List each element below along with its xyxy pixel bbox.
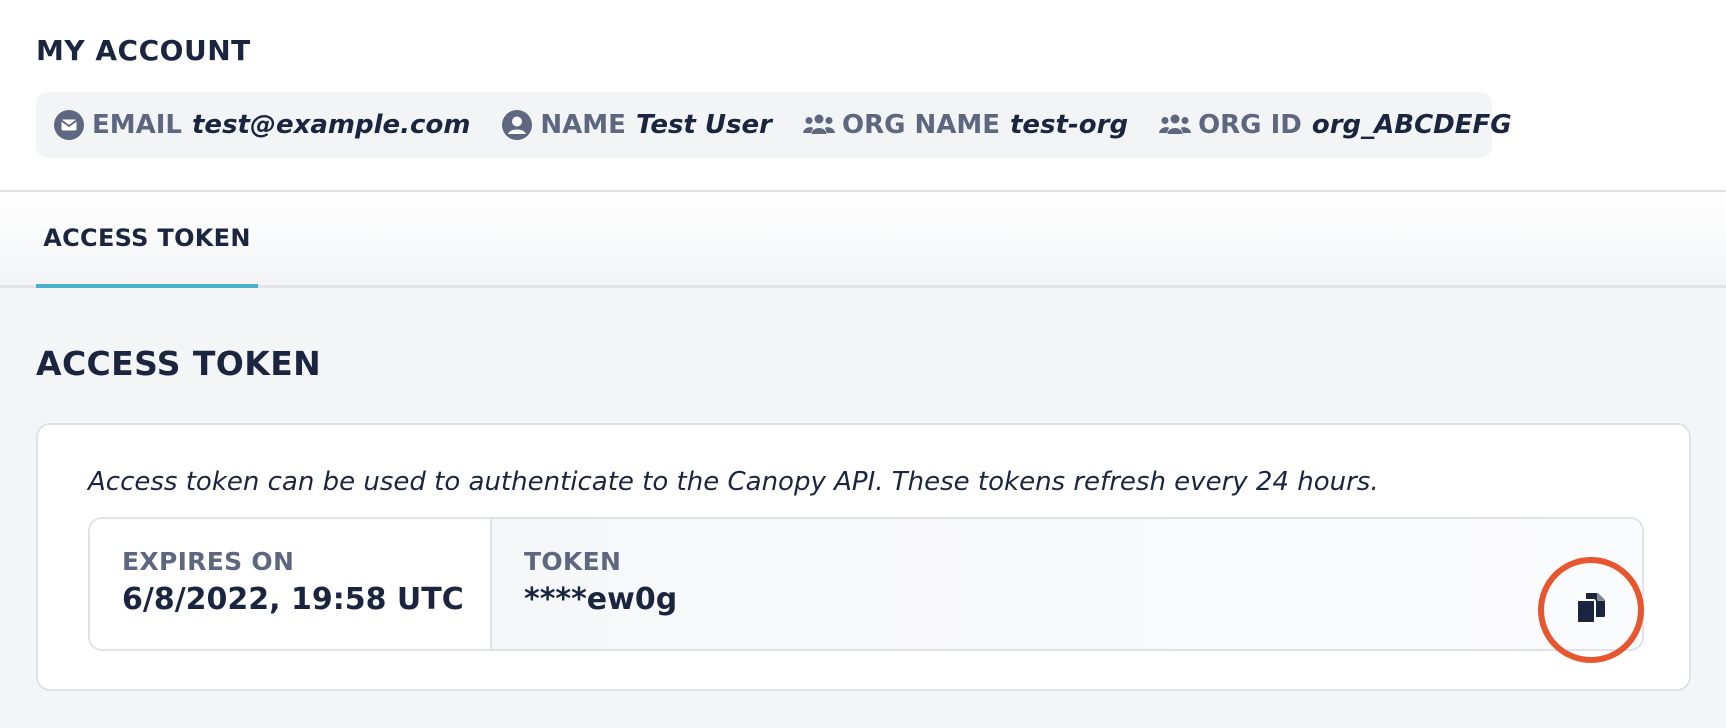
expires-label: EXPIRES ON bbox=[122, 547, 295, 576]
info-label: NAME bbox=[540, 110, 626, 140]
info-label: ORG NAME bbox=[841, 110, 1000, 140]
token-cell: TOKEN ****ew0g bbox=[492, 519, 1642, 649]
info-label: ORG ID bbox=[1198, 110, 1302, 140]
users-icon bbox=[1158, 108, 1192, 142]
org-name-value: test-org bbox=[1010, 110, 1129, 140]
token-value: ****ew0g bbox=[524, 582, 678, 617]
tab-access-token[interactable]: ACCESS TOKEN bbox=[36, 192, 258, 288]
info-org-name: ORG NAME test-org bbox=[802, 108, 1128, 142]
token-details: EXPIRES ON 6/8/2022, 19:58 UTC TOKEN ***… bbox=[88, 517, 1644, 651]
card-description: Access token can be used to authenticate… bbox=[88, 467, 1379, 497]
expires-value: 6/8/2022, 19:58 UTC bbox=[122, 582, 464, 617]
info-org-id: ORG ID org_ABCDEFG bbox=[1158, 108, 1512, 142]
section-title: ACCESS TOKEN bbox=[36, 344, 322, 383]
users-icon bbox=[802, 108, 836, 142]
info-email: EMAIL test@example.com bbox=[52, 108, 470, 142]
copy-icon bbox=[1574, 591, 1608, 629]
info-name: NAME Test User bbox=[500, 108, 772, 142]
account-header: MY ACCOUNT EMAIL test@example.com NAME T… bbox=[0, 0, 1726, 192]
email-value: test@example.com bbox=[192, 110, 471, 140]
envelope-icon bbox=[52, 108, 86, 142]
page-title: MY ACCOUNT bbox=[36, 34, 251, 67]
tabs-bar: ACCESS TOKEN bbox=[0, 192, 1726, 288]
info-label: EMAIL bbox=[92, 110, 182, 140]
access-token-card: Access token can be used to authenticate… bbox=[36, 423, 1691, 691]
account-info-bar: EMAIL test@example.com NAME Test User OR… bbox=[36, 92, 1512, 158]
expires-cell: EXPIRES ON 6/8/2022, 19:58 UTC bbox=[90, 519, 492, 649]
token-label: TOKEN bbox=[524, 547, 622, 576]
copy-token-button[interactable] bbox=[1538, 557, 1644, 663]
name-value: Test User bbox=[635, 110, 772, 140]
user-circle-icon bbox=[500, 108, 534, 142]
org-id-value: org_ABCDEFG bbox=[1311, 110, 1512, 140]
tab-label: ACCESS TOKEN bbox=[43, 224, 251, 252]
